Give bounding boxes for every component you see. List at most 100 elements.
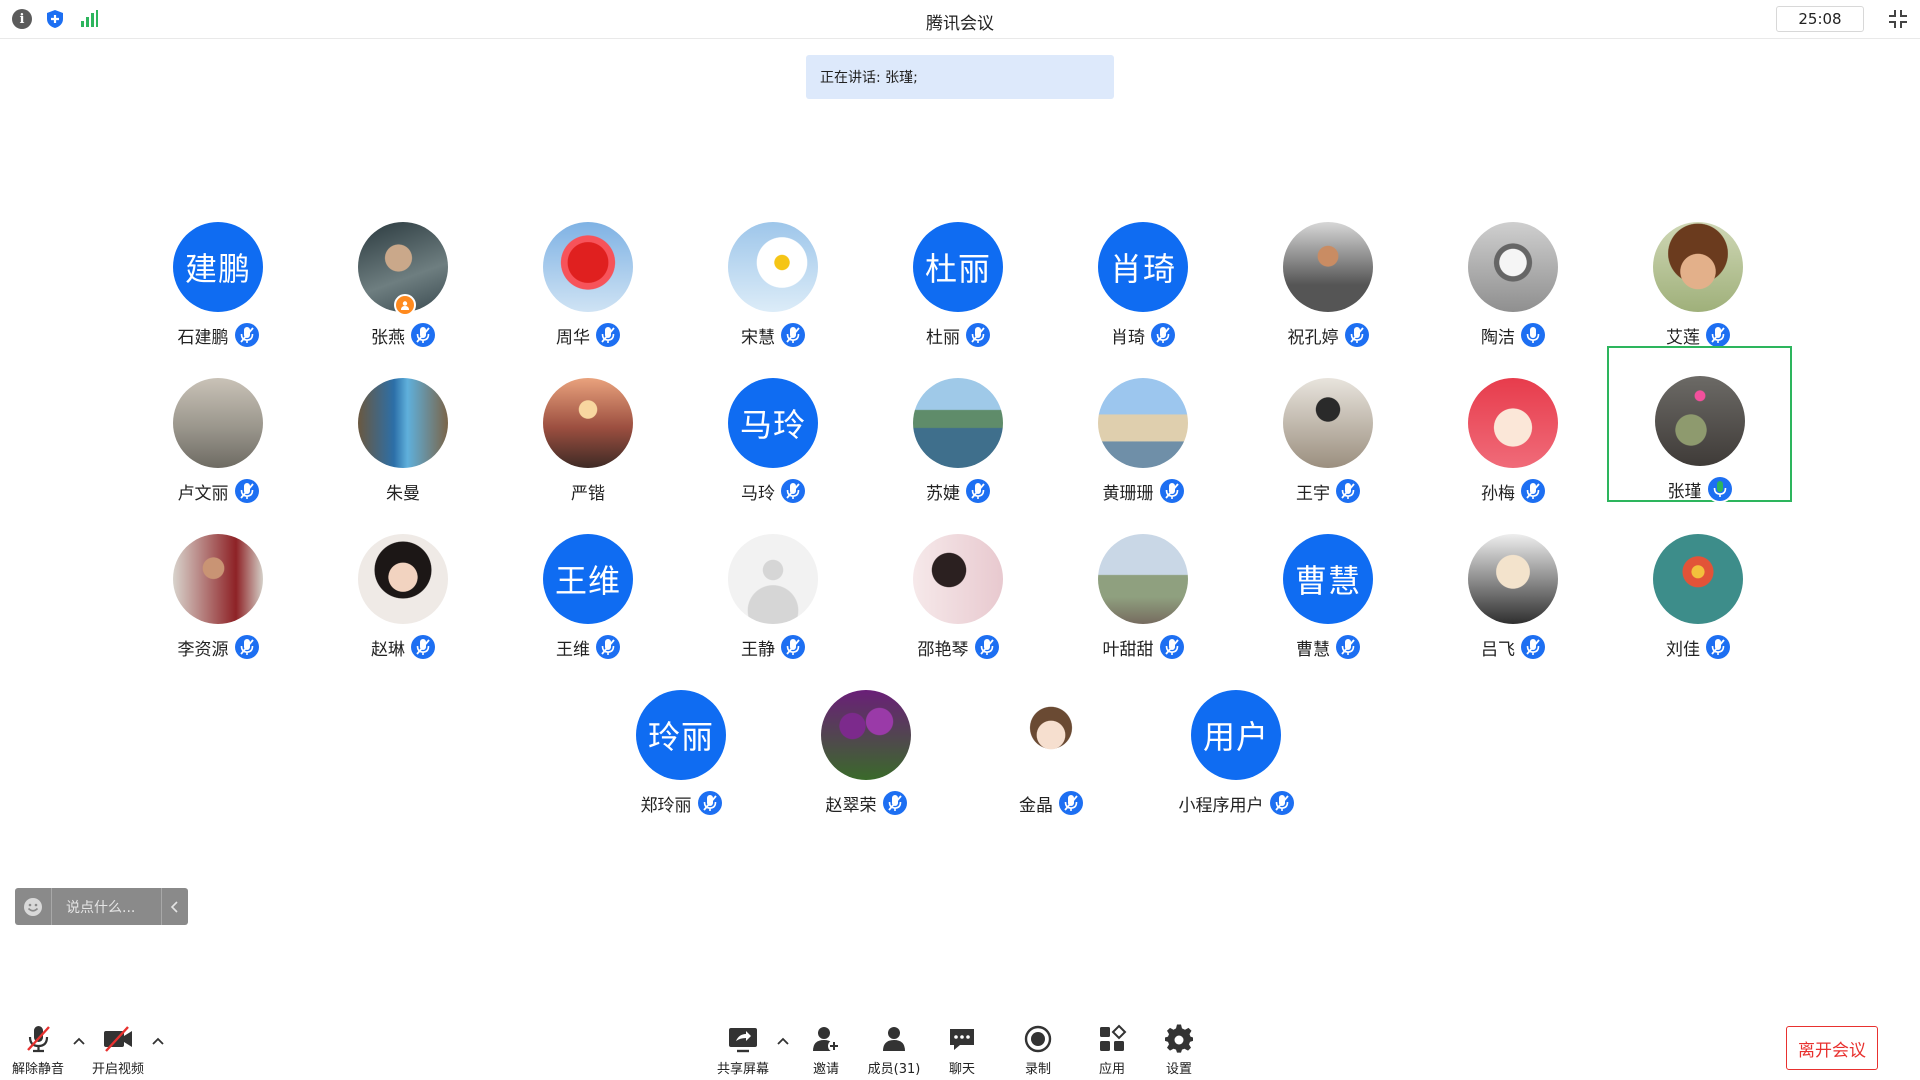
participant-tile[interactable]: 孙梅	[1422, 348, 1604, 504]
participant-tile[interactable]: 陶洁	[1422, 192, 1604, 348]
avatar[interactable]	[913, 534, 1003, 624]
participant-tile[interactable]: 王静	[682, 504, 864, 660]
chat-quick-input[interactable]: 说点什么...	[15, 888, 188, 925]
avatar[interactable]	[1006, 690, 1096, 780]
participant-tile[interactable]: 肖琦 肖琦	[1052, 192, 1234, 348]
participant-tile[interactable]: 黄珊珊	[1052, 348, 1234, 504]
participant-name-row: 杜丽	[867, 322, 1049, 348]
participant-tile[interactable]: 叶甜甜	[1052, 504, 1234, 660]
avatar[interactable]	[358, 534, 448, 624]
participant-tile[interactable]: 朱曼	[312, 348, 494, 504]
participant-name-row: 黄珊珊	[1052, 478, 1234, 504]
settings-button[interactable]: 设置	[1161, 1024, 1197, 1078]
avatar[interactable]	[1468, 534, 1558, 624]
participant-name: 宋慧	[741, 327, 775, 348]
exit-fullscreen-icon[interactable]	[1887, 8, 1909, 30]
chat-placeholder[interactable]: 说点什么...	[52, 897, 161, 917]
mic-muted-icon	[781, 479, 805, 503]
avatar[interactable]	[913, 378, 1003, 468]
avatar[interactable]	[173, 534, 263, 624]
add-user-icon	[810, 1024, 842, 1054]
mic-muted-icon	[1336, 635, 1360, 659]
avatar[interactable]: 肖琦	[1098, 222, 1188, 312]
avatar[interactable]	[1653, 222, 1743, 312]
participant-tile[interactable]: 曹慧 曹慧	[1237, 504, 1419, 660]
avatar[interactable]	[1098, 534, 1188, 624]
participant-name-row: 朱曼	[312, 478, 494, 504]
avatar[interactable]: 曹慧	[1283, 534, 1373, 624]
participant-tile[interactable]: 严锴	[497, 348, 679, 504]
participant-tile[interactable]: 王维 王维	[497, 504, 679, 660]
avatar[interactable]	[1654, 376, 1745, 466]
avatar[interactable]	[728, 222, 818, 312]
participant-name-row: 小程序用户	[1145, 790, 1327, 816]
chevron-up-icon[interactable]	[72, 1034, 86, 1048]
avatar[interactable]: 马玲	[728, 378, 818, 468]
participant-tile[interactable]: 赵翠荣	[775, 660, 957, 816]
participant-tile[interactable]: 吕飞	[1422, 504, 1604, 660]
participant-tile[interactable]: 周华	[497, 192, 679, 348]
chat-button[interactable]: 聊天	[944, 1024, 980, 1078]
participant-tile[interactable]: 邵艳琴	[867, 504, 1049, 660]
participant-tile[interactable]: 金晶	[960, 660, 1142, 816]
avatar[interactable]	[1653, 534, 1743, 624]
share-screen-button[interactable]: 共享屏幕	[713, 1024, 773, 1078]
avatar[interactable]	[1468, 222, 1558, 312]
participant-name-row: 吕飞	[1422, 634, 1604, 660]
avatar[interactable]	[1283, 378, 1373, 468]
participant-tile[interactable]: 苏婕	[867, 348, 1049, 504]
avatar[interactable]	[728, 534, 818, 624]
participant-name: 黄珊珊	[1102, 483, 1154, 504]
mic-icon	[1521, 323, 1545, 347]
meeting-timer: 25:08	[1776, 6, 1864, 32]
participant-name: 邵艳琴	[917, 639, 969, 660]
members-button[interactable]: 成员(31)	[866, 1024, 922, 1078]
avatar[interactable]	[543, 222, 633, 312]
mic-muted-icon	[1159, 479, 1184, 503]
avatar[interactable]	[1098, 378, 1188, 468]
participant-name: 叶甜甜	[1102, 639, 1154, 660]
participant-tile[interactable]: 用户 小程序用户	[1145, 660, 1327, 816]
chevron-up-icon[interactable]	[151, 1034, 165, 1048]
participant-tile[interactable]: 玲丽 郑玲丽	[590, 660, 772, 816]
participant-tile[interactable]: 宋慧	[682, 192, 864, 348]
participant-tile[interactable]: 艾莲	[1607, 192, 1789, 348]
participant-tile[interactable]: 祝孔婷	[1237, 192, 1419, 348]
leave-meeting-button[interactable]: 离开会议	[1786, 1026, 1878, 1070]
avatar[interactable]: 玲丽	[636, 690, 726, 780]
avatar[interactable]: 杜丽	[913, 222, 1003, 312]
avatar[interactable]	[1283, 222, 1373, 312]
avatar[interactable]	[358, 378, 448, 468]
avatar[interactable]	[543, 378, 633, 468]
avatar[interactable]	[1468, 378, 1558, 468]
avatar[interactable]: 用户	[1191, 690, 1281, 780]
participant-tile[interactable]: 王宇	[1237, 348, 1419, 504]
participant-name-row: 金晶	[960, 790, 1142, 816]
participant-tile[interactable]: 建鹏 石建鹏	[127, 192, 309, 348]
chevron-left-icon[interactable]	[161, 888, 188, 925]
participant-tile[interactable]: 刘佳	[1607, 504, 1789, 660]
participant-tile[interactable]: 李资源	[127, 504, 309, 660]
participant-name-row: 祝孔婷	[1237, 322, 1419, 348]
avatar[interactable]	[821, 690, 911, 780]
members-icon	[878, 1024, 910, 1054]
record-button[interactable]: 录制	[1020, 1024, 1056, 1078]
participant-tile[interactable]: 杜丽 杜丽	[867, 192, 1049, 348]
mic-muted-icon	[1151, 323, 1175, 347]
participant-tile[interactable]: 张瑾	[1607, 346, 1792, 502]
invite-button[interactable]: 邀请	[806, 1024, 846, 1078]
unmute-button[interactable]: 解除静音	[10, 1024, 66, 1078]
participant-name-row: 陶洁	[1422, 322, 1604, 348]
participant-tile[interactable]: 赵琳	[312, 504, 494, 660]
apps-button[interactable]: 应用	[1094, 1024, 1130, 1078]
emoji-icon[interactable]	[15, 888, 52, 925]
avatar[interactable]: 王维	[543, 534, 633, 624]
avatar[interactable]: 建鹏	[173, 222, 263, 312]
start-video-button[interactable]: 开启视频	[88, 1024, 148, 1078]
participant-tile[interactable]: 张燕	[312, 192, 494, 348]
participant-name-row: 苏婕	[867, 478, 1049, 504]
participant-tile[interactable]: 马玲 马玲	[682, 348, 864, 504]
participant-tile[interactable]: 卢文丽	[127, 348, 309, 504]
chevron-up-icon[interactable]	[776, 1034, 790, 1048]
avatar[interactable]	[173, 378, 263, 468]
